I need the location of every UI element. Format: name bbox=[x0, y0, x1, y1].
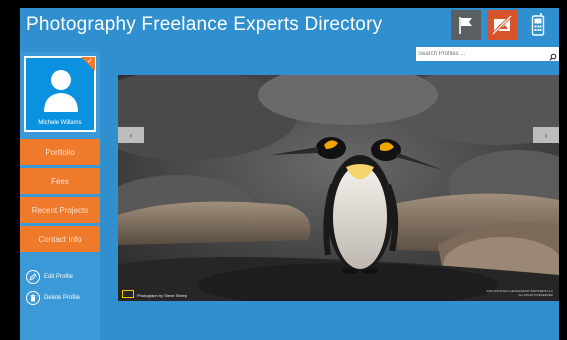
next-arrow-icon[interactable]: › bbox=[533, 127, 559, 143]
photo-credit: Photograph by Steve Sheep bbox=[122, 290, 187, 298]
edit-profile-label: Edit Profile bbox=[44, 274, 74, 280]
avatar bbox=[43, 68, 79, 117]
profile-name: Michele Willams bbox=[38, 120, 82, 126]
app-title: Photography Freelance Experts Directory bbox=[26, 14, 383, 35]
nav-portfolio[interactable]: Portfolio bbox=[20, 139, 100, 165]
delete-profile-button[interactable]: Delete Profile bbox=[26, 291, 80, 305]
photo-copyright: 2015 NATIONAL GEOGRAPHIC PARTNERS LLC AL… bbox=[486, 289, 553, 297]
search-box[interactable] bbox=[416, 47, 559, 61]
no-image-icon[interactable] bbox=[487, 10, 517, 40]
edit-icon bbox=[26, 270, 40, 284]
check-icon: ✓ bbox=[87, 58, 93, 65]
sidebar: ✓ Michele Willams Portfolio Fees Recent … bbox=[20, 52, 100, 340]
trash-icon bbox=[26, 291, 40, 305]
featured-photo: ‹ › Photograph by Steve Sheep 2015 NATIO… bbox=[118, 75, 559, 301]
nav-contact-info[interactable]: Contact Info bbox=[20, 226, 100, 252]
photo-credit-text: Photograph by Steve Sheep bbox=[137, 293, 188, 298]
search-input[interactable] bbox=[416, 51, 538, 57]
prev-arrow-icon[interactable]: ‹ bbox=[118, 127, 144, 143]
flag-icon[interactable] bbox=[451, 10, 481, 40]
app-window: Photography Freelance Experts Directory bbox=[20, 8, 559, 340]
penguin-photo-image bbox=[118, 75, 559, 301]
search-icon[interactable] bbox=[549, 48, 557, 66]
nav-fees[interactable]: Fees bbox=[20, 168, 100, 194]
profile-card[interactable]: ✓ Michele Willams bbox=[24, 56, 96, 132]
top-toolbar bbox=[451, 10, 553, 40]
nav-recent-projects[interactable]: Recent Projects bbox=[20, 197, 100, 223]
edit-profile-button[interactable]: Edit Profile bbox=[26, 270, 73, 284]
phone-icon[interactable] bbox=[523, 10, 553, 40]
national-geographic-logo bbox=[122, 290, 134, 298]
delete-profile-label: Delete Profile bbox=[44, 295, 81, 301]
